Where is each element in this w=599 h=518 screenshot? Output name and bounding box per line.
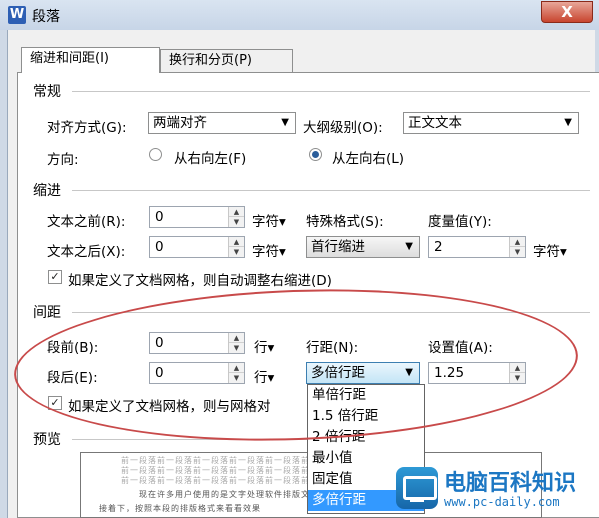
line-spacing-value: 多倍行距 — [311, 365, 365, 381]
preview-current-text: 接着下，按照本段的排版格式来看看效果 — [99, 504, 261, 513]
tab-line-page-break[interactable]: 换行和分页(P) — [160, 49, 293, 73]
spacing-before-label: 段前(B): — [47, 340, 99, 356]
measure-value: 2 — [434, 239, 443, 255]
section-indent-heading: 缩进 — [33, 183, 61, 199]
setting-value-input[interactable]: 1.25 ▲ ▼ — [428, 362, 526, 384]
line-spacing-option[interactable]: 1.5 倍行距 — [308, 406, 424, 427]
section-preview-heading: 预览 — [33, 432, 61, 448]
indent-after-label: 文本之后(X): — [47, 244, 126, 260]
indent-before-unit[interactable]: 字符▾ — [252, 210, 286, 230]
wps-writer-icon: W — [8, 6, 26, 24]
indent-after-value: 0 — [155, 239, 164, 255]
spin-up-icon[interactable]: ▲ — [510, 237, 525, 247]
spacing-after-label: 段后(E): — [47, 370, 98, 386]
grid-align-checkbox[interactable]: ✓ — [48, 396, 62, 410]
measure-label: 度量值(Y): — [428, 214, 492, 230]
chevron-down-icon: ▼ — [405, 241, 413, 252]
spacing-before-input[interactable]: 0 ▲ ▼ — [149, 332, 245, 354]
spin-up-icon[interactable]: ▲ — [229, 207, 244, 217]
chevron-down-icon: ▼ — [281, 117, 289, 128]
spin-down-icon[interactable]: ▼ — [229, 373, 244, 383]
section-divider — [72, 190, 590, 191]
ltr-label[interactable]: 从左向右(L) — [332, 147, 404, 167]
spin-down-icon[interactable]: ▼ — [229, 217, 244, 227]
outline-level-value: 正文文本 — [408, 115, 462, 131]
alignment-select[interactable]: 两端对齐 ▼ — [148, 112, 296, 134]
spacing-after-value: 0 — [155, 365, 164, 381]
spin-up-icon[interactable]: ▲ — [229, 333, 244, 343]
monitor-logo-icon — [396, 467, 438, 509]
spinner-buttons[interactable]: ▲ ▼ — [509, 363, 525, 383]
spinner-buttons[interactable]: ▲ ▼ — [228, 333, 244, 353]
indent-before-value: 0 — [155, 209, 164, 225]
special-format-select[interactable]: 首行缩进 ▼ — [306, 236, 420, 258]
alignment-label: 对齐方式(G): — [47, 120, 127, 136]
chevron-down-icon: ▼ — [564, 117, 572, 128]
grid-align-label[interactable]: 如果定义了文档网格，则与网格对 — [68, 395, 271, 415]
section-spacing-heading: 间距 — [33, 305, 61, 321]
chevron-down-icon: ▼ — [405, 367, 413, 378]
direction-label: 方向: — [47, 152, 79, 168]
spacing-after-unit[interactable]: 行▾ — [254, 366, 274, 386]
spinner-buttons[interactable]: ▲ ▼ — [228, 363, 244, 383]
spin-down-icon[interactable]: ▼ — [229, 247, 244, 257]
spin-up-icon[interactable]: ▲ — [229, 237, 244, 247]
paragraph-dialog: W 段落 X 缩进和间距(I) 换行和分页(P) 常规 对齐方式(G): 两端对… — [0, 0, 599, 518]
spinner-buttons[interactable]: ▲ ▼ — [509, 237, 525, 257]
line-spacing-label: 行距(N): — [306, 340, 359, 356]
ltr-radio[interactable] — [309, 148, 322, 161]
preview-current-text: 现在许多用户使用的是文字处理软件排版文档 — [139, 490, 319, 499]
setting-value-label: 设置值(A): — [428, 340, 493, 356]
spinner-buttons[interactable]: ▲ ▼ — [228, 207, 244, 227]
auto-adjust-checkbox[interactable]: ✓ — [48, 270, 62, 284]
section-divider — [72, 439, 307, 440]
spin-up-icon[interactable]: ▲ — [510, 363, 525, 373]
rtl-label[interactable]: 从右向左(F) — [174, 147, 246, 167]
line-spacing-option[interactable]: 2 倍行距 — [308, 427, 424, 448]
site-watermark: 电脑百科知识 www.pc-daily.com — [396, 465, 596, 515]
close-button[interactable]: X — [541, 1, 593, 23]
section-divider — [72, 312, 590, 313]
spacing-after-input[interactable]: 0 ▲ ▼ — [149, 362, 245, 384]
spin-down-icon[interactable]: ▼ — [510, 247, 525, 257]
dialog-title: 段落 — [32, 9, 60, 25]
spinner-buttons[interactable]: ▲ ▼ — [228, 237, 244, 257]
setting-value-value: 1.25 — [434, 365, 465, 381]
special-format-label: 特殊格式(S): — [306, 214, 384, 230]
measure-input[interactable]: 2 ▲ ▼ — [428, 236, 526, 258]
watermark-url: www.pc-daily.com — [444, 495, 560, 509]
watermark-text: 电脑百科知识 — [444, 471, 577, 496]
spin-down-icon[interactable]: ▼ — [229, 343, 244, 353]
title-bar[interactable]: W 段落 X — [0, 0, 599, 30]
indent-after-input[interactable]: 0 ▲ ▼ — [149, 236, 245, 258]
section-general-heading: 常规 — [33, 84, 61, 100]
measure-unit[interactable]: 字符▾ — [533, 240, 567, 260]
spin-up-icon[interactable]: ▲ — [229, 363, 244, 373]
outline-level-select[interactable]: 正文文本 ▼ — [403, 112, 579, 134]
indent-before-input[interactable]: 0 ▲ ▼ — [149, 206, 245, 228]
special-format-value: 首行缩进 — [311, 239, 365, 255]
auto-adjust-label[interactable]: 如果定义了文档网格，则自动调整右缩进(D) — [68, 269, 332, 289]
rtl-radio[interactable] — [149, 148, 162, 161]
spacing-before-unit[interactable]: 行▾ — [254, 336, 274, 356]
spacing-before-value: 0 — [155, 335, 164, 351]
tab-indent-spacing[interactable]: 缩进和间距(I) — [21, 47, 160, 73]
section-divider — [72, 91, 590, 92]
indent-before-label: 文本之前(R): — [47, 214, 126, 230]
outline-level-label: 大纲级别(O): — [303, 120, 383, 136]
indent-after-unit[interactable]: 字符▾ — [252, 240, 286, 260]
line-spacing-option[interactable]: 单倍行距 — [308, 385, 424, 406]
spin-down-icon[interactable]: ▼ — [510, 373, 525, 383]
alignment-value: 两端对齐 — [153, 115, 207, 131]
line-spacing-select[interactable]: 多倍行距 ▼ — [306, 362, 420, 384]
